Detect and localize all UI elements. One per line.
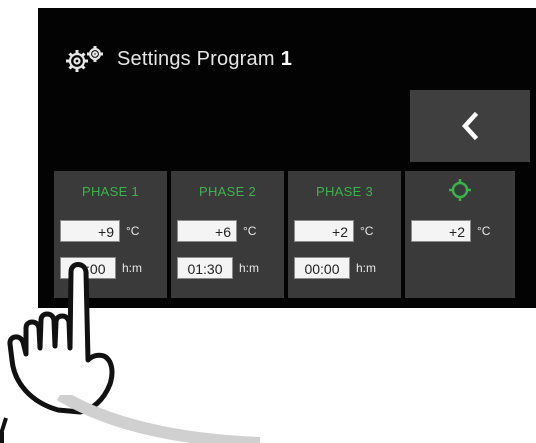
phase-card-3[interactable]: PHASE 3 +2 °C 00:00 h:m	[288, 171, 401, 298]
temp-row: +2 °C	[294, 219, 395, 243]
phase-card-2[interactable]: PHASE 2 +6 °C 01:30 h:m	[171, 171, 284, 298]
page-header: Settings Program 1	[63, 42, 292, 76]
temp-input[interactable]: +2	[411, 220, 471, 242]
back-button[interactable]	[410, 90, 530, 162]
gears-icon	[66, 46, 103, 72]
chevron-left-icon	[461, 111, 479, 141]
target-icon	[449, 179, 471, 201]
temp-row: +6 °C	[177, 219, 278, 243]
page-title: Settings Program 1	[117, 48, 292, 71]
decorative-arc	[56, 395, 261, 443]
temp-row: +2 °C	[411, 219, 509, 243]
time-unit: h:m	[239, 261, 260, 275]
temp-unit: °C	[360, 224, 374, 238]
program-number: 1	[280, 47, 293, 70]
page-title-text: Settings Program	[117, 47, 275, 70]
phase-label: PHASE 2	[198, 184, 256, 199]
time-row: 01:30 h:m	[177, 256, 278, 280]
hold-phase-card[interactable]: +2 °C	[405, 171, 515, 298]
temp-unit: °C	[477, 224, 491, 238]
phase-label: PHASE 1	[81, 184, 139, 199]
temp-input[interactable]: +2	[294, 220, 354, 242]
temp-unit: °C	[243, 224, 257, 238]
temp-input[interactable]: +6	[177, 220, 237, 242]
time-input[interactable]: 01:30	[177, 257, 233, 279]
time-input[interactable]: 00:00	[294, 257, 350, 279]
phase-label: PHASE 3	[315, 184, 373, 199]
time-row: 00:00 h:m	[294, 256, 395, 280]
time-unit: h:m	[356, 261, 377, 275]
